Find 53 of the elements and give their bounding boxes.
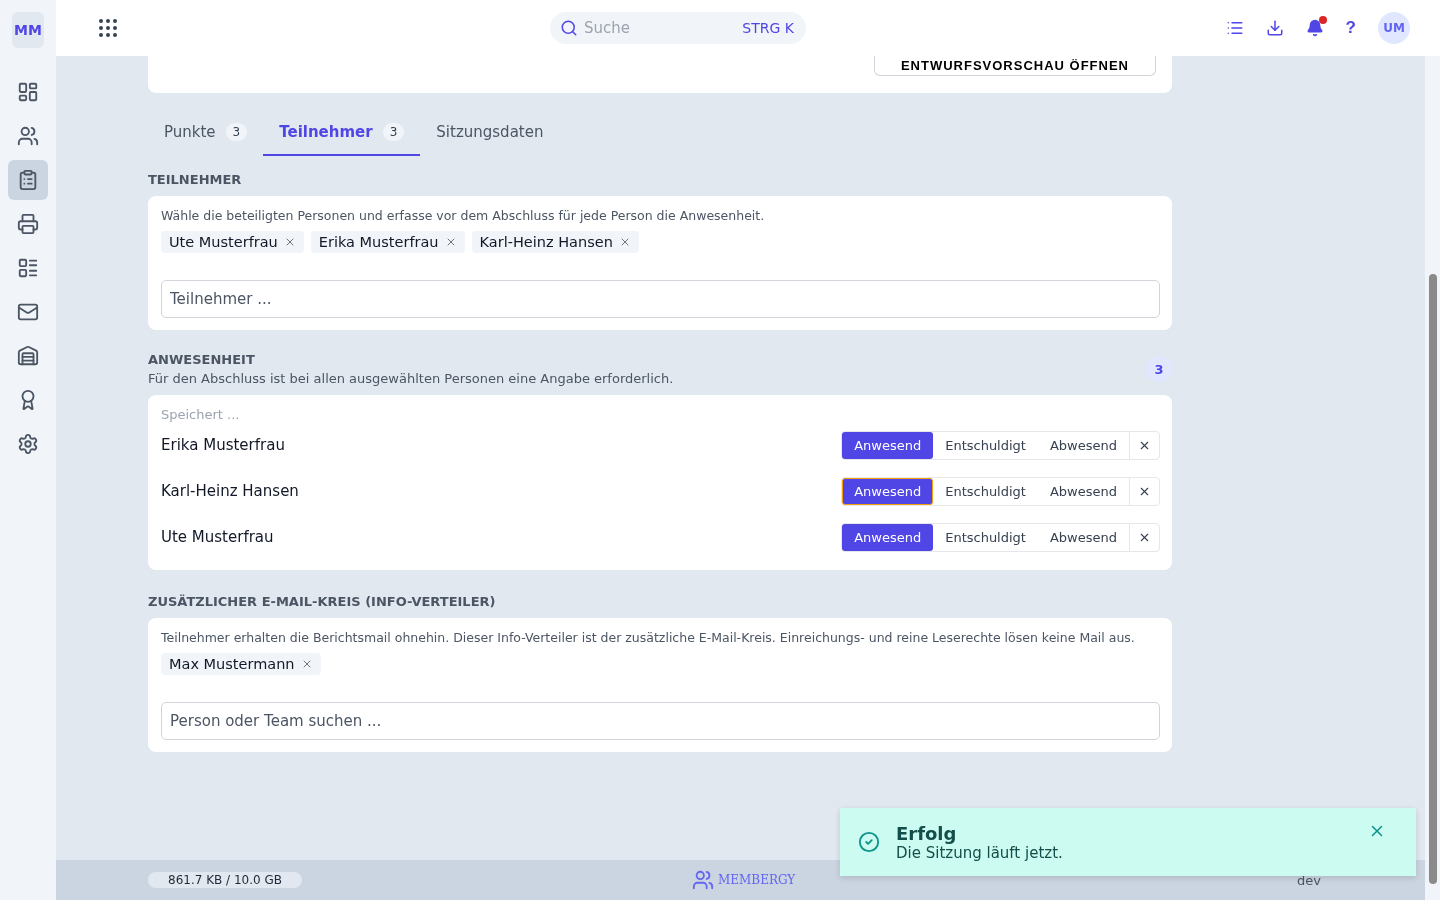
printer-icon xyxy=(17,213,39,235)
download-icon[interactable] xyxy=(1265,19,1284,37)
search-field[interactable]: Suche STRG K xyxy=(550,12,806,44)
input-field[interactable]: Teilnehmer ... xyxy=(161,280,1160,318)
attendance-option[interactable]: Anwesend xyxy=(842,477,934,505)
storage-usage: 861.7 KB / 10.0 GB xyxy=(148,872,302,888)
preview-button[interactable]: ENTWURFSVORSCHAU ÖFFNEN xyxy=(873,56,1156,76)
tab[interactable]: Punkte 3 xyxy=(148,110,264,156)
input-field[interactable]: Person oder Team suchen ... xyxy=(161,702,1160,740)
chip-label: Max Mustermann xyxy=(169,656,295,672)
chip-label: Karl-Heinz Hansen xyxy=(479,234,613,250)
dashboard-icon xyxy=(17,81,39,103)
person-name: Erika Musterfrau xyxy=(161,436,286,454)
section-heading: ZUSÄTZLICHER E-MAIL-KREIS (INFO-VERTEILER) xyxy=(148,594,497,609)
bell-icon[interactable] xyxy=(1305,19,1324,37)
app-logo[interactable]: MM xyxy=(12,12,44,48)
section-heading: ANWESENHEIT xyxy=(148,352,256,367)
list-icon[interactable] xyxy=(1225,19,1244,37)
sidebar-item[interactable] xyxy=(8,160,48,200)
environment-label: dev xyxy=(1297,872,1321,888)
hint-text: Wähle die beteiligten Personen und erfasse vor dem Abschluss für jede Person die Anwesenheit. xyxy=(161,208,766,223)
person-name: Karl-Heinz Hansen xyxy=(161,482,300,500)
brand-name: MEMBERGY xyxy=(718,873,796,887)
tab[interactable]: Sitzungsdaten xyxy=(420,110,560,156)
section-subtitle: Für den Abschluss ist bei allen ausgewählten Personen eine Angabe erforderlich. xyxy=(148,371,675,386)
settings-icon xyxy=(17,433,39,455)
toast-message: Die Sitzung läuft jetzt. xyxy=(896,843,1064,862)
mail-icon xyxy=(17,301,39,323)
user-avatar[interactable]: UM xyxy=(1378,12,1410,44)
clipboard-icon xyxy=(17,169,39,191)
check-circle-icon xyxy=(858,831,880,853)
person-name: Ute Musterfrau xyxy=(161,528,275,546)
section-heading: TEILNEHMER xyxy=(148,172,243,187)
shortcut-hint: STRG K xyxy=(742,20,794,36)
search-icon xyxy=(560,19,578,37)
scrollbar[interactable] xyxy=(1425,56,1440,900)
saving-status: Speichert ... xyxy=(161,407,241,422)
apps-grid-icon[interactable] xyxy=(96,16,120,40)
attendance-option[interactable]: Anwesend xyxy=(842,431,934,459)
tab[interactable]: Teilnehmer 3 xyxy=(263,110,421,156)
chip-label: Ute Musterfrau xyxy=(169,234,278,250)
attendance-option[interactable]: Anwesend xyxy=(842,523,934,551)
count-badge: 3 xyxy=(1146,356,1172,382)
hint-text: Teilnehmer erhalten die Berichtsmail ohnehin. Dieser Info-Verteiler ist der zusätzliche E-Mail-Kreis. Einreichungs- und reine Leserechte lösen keine Mail aus. xyxy=(161,630,1136,645)
building-icon xyxy=(17,345,39,367)
count-badge: 3 xyxy=(382,123,405,141)
count-badge: 3 xyxy=(225,123,248,141)
layout-icon xyxy=(17,257,39,279)
chip-label: Erika Musterfrau xyxy=(318,234,439,250)
toast-title: Erfolg xyxy=(896,822,958,844)
brand-logo-icon xyxy=(692,869,714,891)
people-icon xyxy=(17,125,39,147)
search-placeholder: Suche xyxy=(584,19,631,37)
